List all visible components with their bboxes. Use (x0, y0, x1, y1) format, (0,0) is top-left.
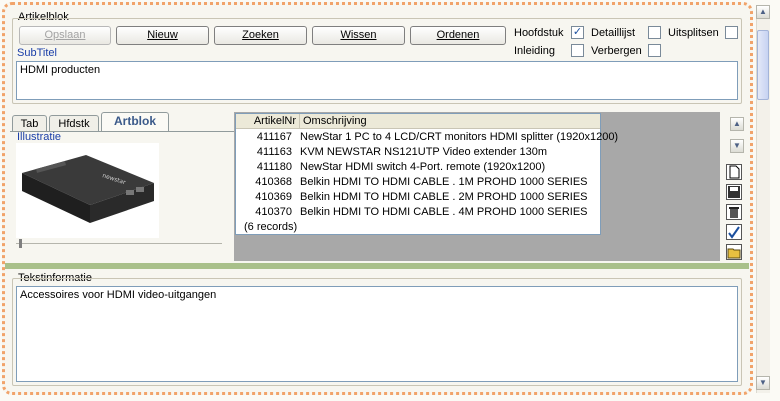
hoofdstuk-checkbox[interactable]: ✓ (571, 26, 584, 39)
window-scroll-up-icon[interactable]: ▲ (756, 5, 770, 19)
sort-button[interactable]: Ordenen (410, 26, 506, 45)
cell-nr: 410369 (255, 191, 292, 203)
inleiding-label: Inleiding (514, 45, 555, 57)
tab-hfdstk[interactable]: Hfdstk (49, 115, 99, 132)
product-image: newstar (16, 143, 159, 238)
table-row[interactable]: 411163 KVM NEWSTAR NS121UTP Video extend… (236, 145, 600, 160)
delete-trash-icon[interactable] (726, 204, 742, 220)
zoom-slider-thumb[interactable] (19, 239, 22, 248)
window-scroll-down-icon[interactable]: ▼ (756, 376, 770, 390)
window-scroll-thumb[interactable] (757, 30, 769, 100)
table-row[interactable]: 410368 Belkin HDMI TO HDMI CABLE . 1M PR… (236, 175, 600, 190)
cell-nr: 410370 (255, 206, 292, 218)
uitsplitsen-label: Uitsplitsen (668, 27, 719, 39)
clear-button[interactable]: Wissen (312, 26, 405, 45)
hdmi-switch-illustration: newstar (22, 155, 154, 223)
uitsplitsen-checkbox[interactable] (725, 26, 738, 39)
cell-desc: KVM NEWSTAR NS121UTP Video extender 130m (300, 146, 547, 158)
table-row[interactable]: 410370 Belkin HDMI TO HDMI CABLE . 4M PR… (236, 205, 600, 220)
cell-nr: 411167 (256, 131, 292, 143)
detaillijst-checkbox[interactable] (648, 26, 661, 39)
col-artikelnr[interactable]: ArtikelNr (236, 114, 300, 129)
tekstinformatie-field[interactable]: Accessoires voor HDMI video-uitgangen (16, 286, 738, 382)
section-divider (5, 263, 749, 269)
grid-header: ArtikelNr Omschrijving (236, 114, 600, 129)
scroll-down-icon[interactable]: ▼ (730, 139, 744, 153)
table-row[interactable]: 411180 NewStar HDMI switch 4-Port. remot… (236, 160, 600, 175)
table-row[interactable]: 411167 NewStar 1 PC to 4 LCD/CRT monitor… (236, 130, 618, 145)
inleiding-checkbox[interactable] (571, 44, 584, 57)
cell-nr: 411180 (256, 161, 292, 173)
detaillijst-label: Detaillijst (591, 27, 636, 39)
spellcheck-icon[interactable] (726, 224, 742, 240)
cell-nr: 410368 (255, 176, 292, 188)
subtitle-label: SubTitel (17, 47, 57, 59)
subtitle-field[interactable]: HDMI producten (16, 61, 738, 100)
cell-desc: Belkin HDMI TO HDMI CABLE . 1M PROHD 100… (300, 176, 588, 188)
hoofdstuk-label: Hoofdstuk (514, 27, 564, 39)
new-document-icon[interactable] (726, 164, 742, 180)
open-folder-icon[interactable] (726, 244, 742, 260)
tab-tab[interactable]: Tab (12, 115, 47, 132)
verbergen-label: Verbergen (591, 45, 642, 57)
cell-desc: Belkin HDMI TO HDMI CABLE . 4M PROHD 100… (300, 206, 588, 218)
cell-desc: NewStar HDMI switch 4-Port. remote (1920… (300, 161, 546, 173)
search-button[interactable]: Zoeken (214, 26, 307, 45)
save-button[interactable]: Opslaan (19, 26, 111, 45)
save-disk-icon[interactable] (726, 184, 742, 200)
new-button[interactable]: Nieuw (116, 26, 209, 45)
cell-desc: NewStar 1 PC to 4 LCD/CRT monitors HDMI … (300, 131, 619, 143)
cell-desc: Belkin HDMI TO HDMI CABLE . 2M PROHD 100… (300, 191, 588, 203)
scroll-up-icon[interactable]: ▲ (730, 117, 744, 131)
illustration-label: Illustratie (17, 131, 62, 143)
col-omschrijving[interactable]: Omschrijving (300, 114, 602, 129)
tab-artblok[interactable]: Artblok (101, 112, 169, 132)
zoom-slider-track[interactable] (16, 243, 222, 244)
verbergen-checkbox[interactable] (648, 44, 661, 57)
grid-footer: (6 records) (244, 221, 298, 233)
table-row[interactable]: 410369 Belkin HDMI TO HDMI CABLE . 2M PR… (236, 190, 600, 205)
cell-nr: 411163 (256, 146, 292, 158)
article-grid[interactable]: ArtikelNr Omschrijving 411167 NewStar 1 … (235, 113, 618, 235)
